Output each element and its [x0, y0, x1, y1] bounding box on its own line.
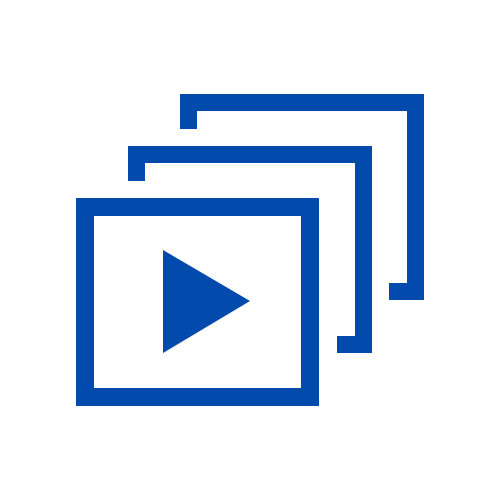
play-icon: [163, 250, 250, 353]
icon-canvas: [0, 0, 500, 500]
video-playlist-icon: [76, 94, 424, 406]
